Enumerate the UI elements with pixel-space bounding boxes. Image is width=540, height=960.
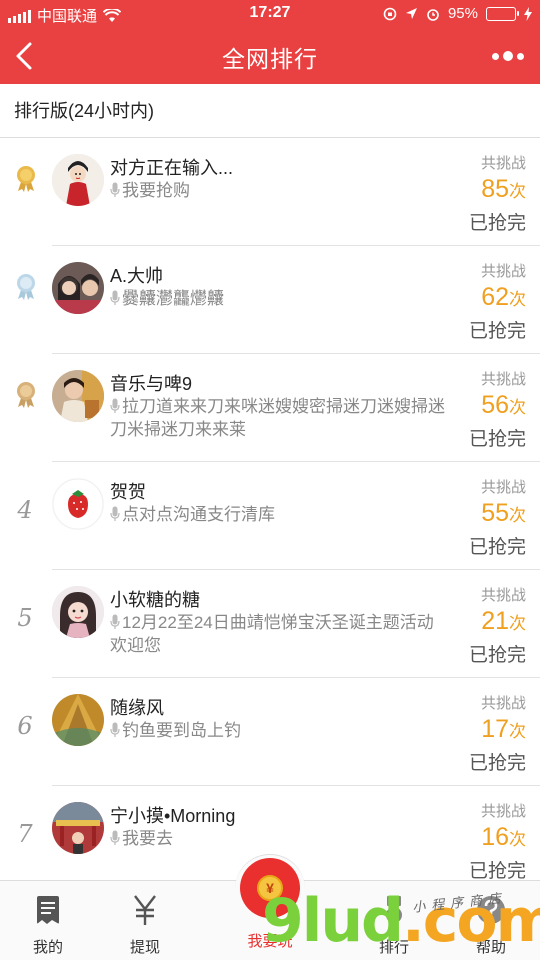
section-title: 排行版(24小时内) (0, 84, 540, 138)
rotation-lock-icon (383, 7, 397, 20)
location-icon (405, 8, 417, 19)
tab-help[interactable]: 帮助 (446, 893, 536, 959)
challenge-count: 56次 (481, 391, 526, 419)
avatar (52, 586, 104, 638)
challenge-stats: 共挑战 62次 已抢完 (436, 260, 526, 343)
ranking-icon (386, 896, 402, 923)
nav-bar: 全网排行 (0, 28, 540, 84)
yuan-icon (134, 895, 156, 925)
tab-withdraw[interactable]: 提现 (100, 893, 190, 959)
tab-mine[interactable]: 我的 (3, 893, 93, 959)
status-label: 已抢完 (468, 861, 526, 880)
avatar (52, 370, 104, 422)
tab-ranking-label: 排行 (378, 939, 409, 956)
user-name: 对方正在输入... (110, 158, 234, 178)
challenge-stats: 共挑战 17次 已抢完 (436, 692, 526, 775)
tab-ranking[interactable]: 排行 (349, 893, 439, 959)
user-message: 拉刀道来来刀来咪迷嫂嫂密掃迷刀迷嫂掃迷刀米掃迷刀来来莱 (110, 397, 445, 439)
list-item[interactable]: 对方正在输入... 我要抢购 共挑战 85次 已抢完 (0, 138, 540, 246)
rank-number: 6 (17, 712, 33, 740)
user-message: 钓鱼要到岛上钓 (110, 719, 450, 742)
status-bar: 中国联通 17:27 95% (0, 0, 540, 28)
challenge-count: 17次 (481, 715, 526, 743)
battery-icon (486, 6, 519, 21)
user-name: 随缘风 (110, 698, 164, 718)
more-button[interactable] (488, 42, 528, 70)
challenge-stats: 共挑战 16次 已抢完 (436, 800, 526, 880)
tab-withdraw-label: 提现 (129, 939, 160, 956)
status-label: 已抢完 (468, 753, 526, 774)
user-message: 爨齉灪龘爩齉 (110, 287, 450, 310)
coin-icon: ¥ (257, 875, 283, 901)
bronze-medal-icon (17, 382, 35, 408)
list-item[interactable]: 5 小软糖的糖 12月22至24日曲靖恺悌宝沃圣诞主题活动欢迎您 共挑战 21次… (0, 570, 540, 678)
challenge-stats: 共挑战 55次 已抢完 (436, 476, 526, 559)
microphone-icon (110, 398, 120, 413)
user-name: 音乐与啤9 (110, 374, 193, 394)
avatar (52, 478, 104, 530)
microphone-icon (110, 182, 120, 197)
total-label: 共挑战 (480, 479, 526, 496)
avatar (52, 262, 104, 314)
status-label: 已抢完 (468, 645, 526, 666)
gold-medal-icon (17, 166, 35, 192)
challenge-count: 85次 (481, 175, 526, 203)
status-label: 已抢完 (468, 537, 526, 558)
microphone-icon (110, 830, 120, 845)
user-name: 贺贺 (110, 482, 146, 502)
tab-help-label: 帮助 (475, 939, 506, 956)
status-label: 已抢完 (468, 213, 526, 234)
charging-icon (524, 6, 532, 21)
status-label: 已抢完 (468, 321, 526, 342)
total-label: 共挑战 (480, 803, 526, 820)
rank-number: 7 (17, 820, 33, 848)
tab-play-label[interactable]: 我要玩 (230, 930, 310, 951)
total-label: 共挑战 (480, 263, 526, 280)
challenge-stats: 共挑战 85次 已抢完 (436, 152, 526, 235)
user-name: A.大帅 (110, 266, 164, 286)
user-name: 宁小摸•Morning (110, 806, 236, 826)
play-button[interactable]: ¥ (240, 858, 300, 918)
total-label: 共挑战 (480, 371, 526, 388)
list-item[interactable]: 6 随缘风 钓鱼要到岛上钓 共挑战 17次 已抢完 (0, 678, 540, 786)
user-message: 我要去 (110, 827, 450, 850)
user-message: 点对点沟通支行清库 (110, 503, 450, 526)
list-item[interactable]: 音乐与啤9 拉刀道来来刀来咪迷嫂嫂密掃迷刀迷嫂掃迷刀米掃迷刀来来莱 共挑战 56… (0, 354, 540, 462)
challenge-count: 62次 (481, 283, 526, 311)
tab-mine-label: 我的 (32, 939, 63, 956)
help-icon (477, 896, 505, 924)
silver-medal-icon (17, 274, 35, 300)
user-message: 我要抢购 (110, 179, 450, 202)
rank-number: 4 (17, 496, 33, 524)
alarm-icon (427, 8, 439, 21)
microphone-icon (110, 506, 120, 521)
challenge-stats: 共挑战 21次 已抢完 (436, 584, 526, 667)
list-item[interactable]: A.大帅 爨齉灪龘爩齉 共挑战 62次 已抢完 (0, 246, 540, 354)
rank-number: 5 (17, 604, 33, 632)
microphone-icon (110, 290, 120, 305)
total-label: 共挑战 (480, 695, 526, 712)
challenge-stats: 共挑战 56次 已抢完 (436, 368, 526, 451)
total-label: 共挑战 (480, 155, 526, 172)
ranking-list[interactable]: 对方正在输入... 我要抢购 共挑战 85次 已抢完 A.大帅 爨齉灪龘爩齉 共… (0, 138, 540, 880)
page-title: 全网排行 (222, 46, 318, 72)
avatar (52, 694, 104, 746)
battery-percent: 95% (447, 5, 478, 22)
challenge-count: 16次 (481, 823, 526, 851)
status-label: 已抢完 (468, 429, 526, 450)
list-item[interactable]: 4 贺贺 点对点沟通支行清库 共挑战 55次 已抢完 (0, 462, 540, 570)
challenge-count: 21次 (481, 607, 526, 635)
avatar (52, 802, 104, 854)
document-icon (37, 896, 59, 924)
microphone-icon (110, 614, 120, 629)
challenge-count: 55次 (481, 499, 526, 527)
total-label: 共挑战 (480, 587, 526, 604)
microphone-icon (110, 722, 120, 737)
user-name: 小软糖的糖 (110, 590, 200, 610)
avatar (52, 154, 104, 206)
user-message: 12月22至24日曲靖恺悌宝沃圣诞主题活动欢迎您 (110, 613, 434, 655)
more-dots-icon (492, 52, 499, 60)
